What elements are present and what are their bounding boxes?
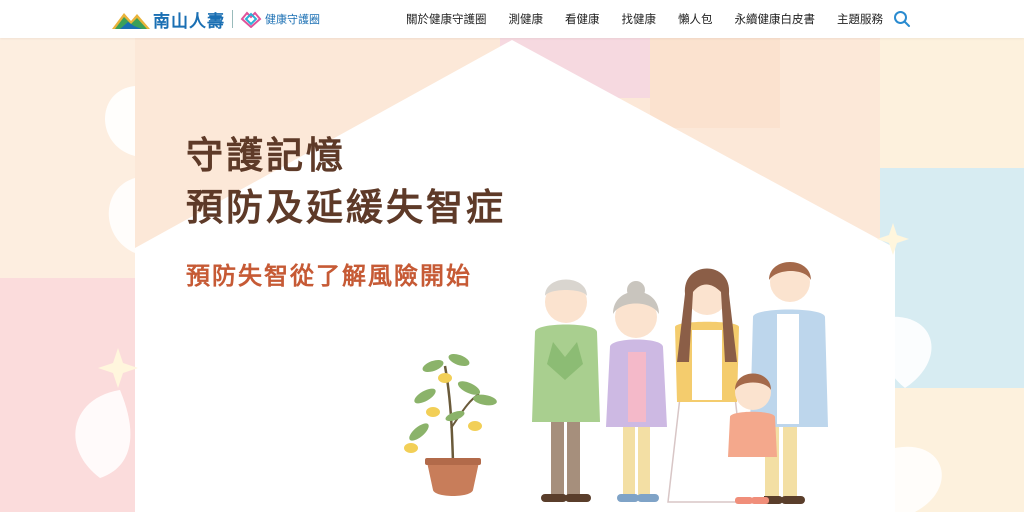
brand-sub-name: 健康守護圈 — [265, 13, 320, 26]
nav-item-find-health[interactable]: 找健康 — [622, 11, 657, 27]
search-icon[interactable] — [893, 10, 911, 28]
hero-title-line-1: 守護記憶 — [186, 134, 346, 177]
plant-icon — [404, 353, 497, 496]
mountain-logo-icon — [112, 13, 150, 29]
nav-item-view-health[interactable]: 看健康 — [565, 11, 600, 27]
mother-figure — [667, 268, 748, 503]
logo-divider — [232, 10, 233, 28]
diamond-logo-icon — [240, 11, 262, 28]
nav-item-quick-guide[interactable]: 懶人包 — [678, 11, 713, 27]
main-nav: 關於健康守護圈 測健康 看健康 找健康 懶人包 永續健康白皮書 主題服務 — [395, 11, 894, 27]
brand-name: 南山人壽 — [153, 11, 225, 32]
nav-item-themed-services[interactable]: 主題服務 — [837, 11, 883, 27]
family-illustration — [532, 262, 828, 504]
grandma-figure — [606, 281, 667, 502]
site-header: 南山人壽 健康守護圈 關於健康守護圈 測健康 看健康 找健康 懶人包 永續健康白… — [0, 0, 1024, 38]
grandpa-figure — [532, 279, 600, 502]
nav-item-about[interactable]: 關於健康守護圈 — [406, 11, 487, 27]
hero-title: 守護記憶 預防及延緩失智症 — [186, 130, 506, 234]
hero-subtitle: 預防失智從了解風險開始 — [186, 262, 472, 290]
hero-banner[interactable]: 守護記憶 預防及延緩失智症 預防失智從了解風險開始 — [0, 38, 1024, 512]
hero-title-line-2: 預防及延緩失智症 — [186, 185, 506, 229]
nav-item-test-health[interactable]: 測健康 — [509, 11, 544, 27]
brand-logo[interactable]: 南山人壽 健康守護圈 — [112, 7, 320, 32]
nav-item-whitepaper[interactable]: 永續健康白皮書 — [735, 11, 816, 27]
